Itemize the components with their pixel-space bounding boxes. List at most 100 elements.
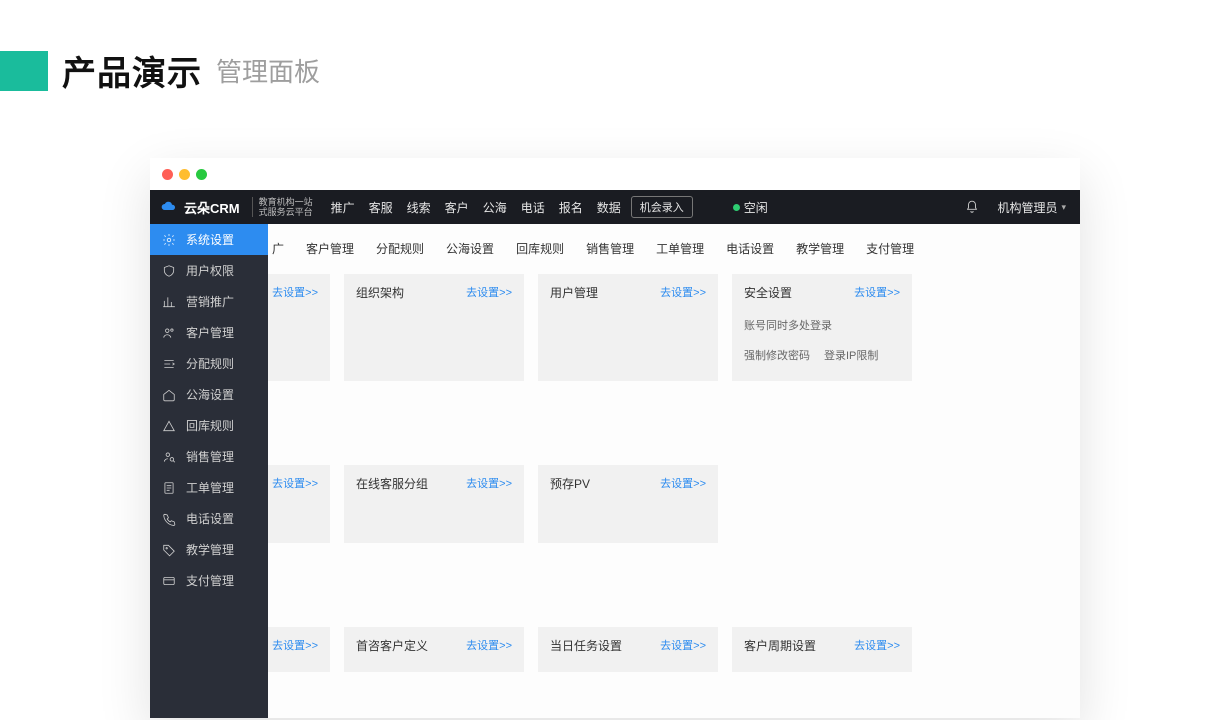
page-title: 产品演示: [62, 46, 202, 95]
nav-item[interactable]: 数据: [597, 199, 621, 216]
minimize-icon[interactable]: [179, 169, 190, 180]
settings-card: 在线客服分组去设置>>: [344, 465, 524, 543]
status-indicator[interactable]: 空闲: [733, 199, 768, 216]
go-settings-link[interactable]: 去设置>>: [272, 284, 318, 300]
go-settings-link[interactable]: 去设置>>: [466, 637, 512, 653]
go-settings-link[interactable]: 去设置>>: [466, 284, 512, 300]
record-opportunity-button[interactable]: 机会录入: [631, 196, 693, 218]
accent-block: [0, 51, 48, 91]
sidebar-item-rule[interactable]: 分配规则: [150, 348, 268, 379]
sidebar-item-search-person[interactable]: 销售管理: [150, 441, 268, 472]
go-settings-link[interactable]: 去设置>>: [660, 284, 706, 300]
maximize-icon[interactable]: [196, 169, 207, 180]
sub-tabs: 广客户管理分配规则公海设置回库规则销售管理工单管理电话设置教学管理支付管理: [268, 224, 1080, 273]
go-settings-link[interactable]: 去设置>>: [854, 284, 900, 300]
sidebar-item-card[interactable]: 支付管理: [150, 565, 268, 596]
card-sub-link[interactable]: 账号同时多处登录: [744, 317, 832, 333]
card-sub-link[interactable]: 登录IP限制: [824, 347, 878, 363]
cards-scroll[interactable]: 去设置>>组织架构去设置>>用户管理去设置>>安全设置去设置>>账号同时多处登录…: [268, 274, 1080, 718]
sidebar-item-chart[interactable]: 营销推广: [150, 286, 268, 317]
go-settings-link[interactable]: 去设置>>: [272, 637, 318, 653]
go-settings-link[interactable]: 去设置>>: [660, 475, 706, 491]
sidebar-item-label: 分配规则: [186, 355, 234, 372]
sidebar-item-label: 用户权限: [186, 262, 234, 279]
sidebar: 系统设置用户权限营销推广客户管理分配规则公海设置回库规则销售管理工单管理电话设置…: [150, 224, 268, 718]
sidebar-item-label: 电话设置: [186, 510, 234, 527]
nav-item[interactable]: 报名: [559, 199, 583, 216]
nav-item[interactable]: 电话: [521, 199, 545, 216]
home-icon: [162, 388, 176, 402]
settings-card: 当日任务设置去设置>>: [538, 627, 718, 672]
settings-icon: [162, 233, 176, 247]
settings-card: 组织架构去设置>>: [344, 274, 524, 381]
settings-card: 首咨客户定义去设置>>: [344, 627, 524, 672]
page-subtitle: 管理面板: [216, 52, 320, 89]
chart-icon: [162, 295, 176, 309]
app-body: 系统设置用户权限营销推广客户管理分配规则公海设置回库规则销售管理工单管理电话设置…: [150, 224, 1080, 718]
nav-item[interactable]: 客服: [369, 199, 393, 216]
nav-item[interactable]: 线索: [407, 199, 431, 216]
settings-card: 去设置>>: [268, 274, 330, 381]
content-area: 广客户管理分配规则公海设置回库规则销售管理工单管理电话设置教学管理支付管理 去设…: [268, 224, 1080, 718]
tag-icon: [162, 543, 176, 557]
sub-tab[interactable]: 客户管理: [296, 234, 364, 263]
sub-tab[interactable]: 广: [268, 234, 294, 263]
sidebar-item-label: 支付管理: [186, 572, 234, 589]
card-sub-link[interactable]: 强制修改密码: [744, 347, 810, 363]
settings-card: 用户管理去设置>>: [538, 274, 718, 381]
sidebar-item-doc[interactable]: 工单管理: [150, 472, 268, 503]
rule-icon: [162, 357, 176, 371]
status-dot-icon: [733, 204, 740, 211]
sidebar-item-shield[interactable]: 用户权限: [150, 255, 268, 286]
top-nav-items: 推广 客服 线索 客户 公海 电话 报名 数据: [331, 199, 621, 216]
top-nav: 云朵CRM 教育机构一站 式服务云平台 推广 客服 线索 客户 公海 电话 报名…: [150, 190, 1080, 224]
settings-card: 预存PV去设置>>: [538, 465, 718, 543]
sidebar-item-label: 系统设置: [186, 231, 234, 248]
brand-tagline: 教育机构一站 式服务云平台: [252, 197, 313, 217]
sidebar-item-label: 公海设置: [186, 386, 234, 403]
go-settings-link[interactable]: 去设置>>: [854, 637, 900, 653]
close-icon[interactable]: [162, 169, 173, 180]
card-sub-links: 账号同时多处登录强制修改密码登录IP限制: [744, 317, 900, 363]
sub-tab[interactable]: 回库规则: [506, 234, 574, 263]
sidebar-item-label: 回库规则: [186, 417, 234, 434]
doc-icon: [162, 481, 176, 495]
sidebar-item-label: 工单管理: [186, 479, 234, 496]
sidebar-item-phone[interactable]: 电话设置: [150, 503, 268, 534]
brand-logo[interactable]: 云朵CRM 教育机构一站 式服务云平台: [160, 197, 313, 217]
sub-tab[interactable]: 公海设置: [436, 234, 504, 263]
nav-item[interactable]: 推广: [331, 199, 355, 216]
sidebar-item-label: 营销推广: [186, 293, 234, 310]
settings-card: 置去设置>>: [268, 465, 330, 543]
sidebar-item-triangle[interactable]: 回库规则: [150, 410, 268, 441]
user-role-menu[interactable]: 机构管理员 ▾: [997, 199, 1066, 216]
nav-item[interactable]: 客户: [445, 199, 469, 216]
sidebar-item-label: 教学管理: [186, 541, 234, 558]
sidebar-item-settings[interactable]: 系统设置: [150, 224, 268, 255]
sub-tab[interactable]: 工单管理: [646, 234, 714, 263]
notification-bell-icon[interactable]: [965, 200, 979, 214]
sidebar-item-tag[interactable]: 教学管理: [150, 534, 268, 565]
sub-tab[interactable]: 分配规则: [366, 234, 434, 263]
window-titlebar: [150, 158, 1080, 190]
sidebar-item-label: 销售管理: [186, 448, 234, 465]
nav-item[interactable]: 公海: [483, 199, 507, 216]
users-icon: [162, 326, 176, 340]
sub-tab[interactable]: 教学管理: [786, 234, 854, 263]
go-settings-link[interactable]: 去设置>>: [660, 637, 706, 653]
page-header: 产品演示 管理面板: [0, 46, 320, 95]
sub-tab[interactable]: 支付管理: [856, 234, 924, 263]
sub-tab[interactable]: 电话设置: [716, 234, 784, 263]
go-settings-link[interactable]: 去设置>>: [272, 475, 318, 491]
sidebar-item-users[interactable]: 客户管理: [150, 317, 268, 348]
settings-card: 安全设置去设置>>账号同时多处登录强制修改密码登录IP限制: [732, 274, 912, 381]
sub-tab[interactable]: 销售管理: [576, 234, 644, 263]
brand-name: 云朵CRM: [184, 198, 240, 217]
settings-card: 客户周期设置去设置>>: [732, 627, 912, 672]
go-settings-link[interactable]: 去设置>>: [466, 475, 512, 491]
shield-icon: [162, 264, 176, 278]
search-person-icon: [162, 450, 176, 464]
status-label: 空闲: [744, 199, 768, 216]
app-window: 云朵CRM 教育机构一站 式服务云平台 推广 客服 线索 客户 公海 电话 报名…: [150, 158, 1080, 718]
sidebar-item-home[interactable]: 公海设置: [150, 379, 268, 410]
